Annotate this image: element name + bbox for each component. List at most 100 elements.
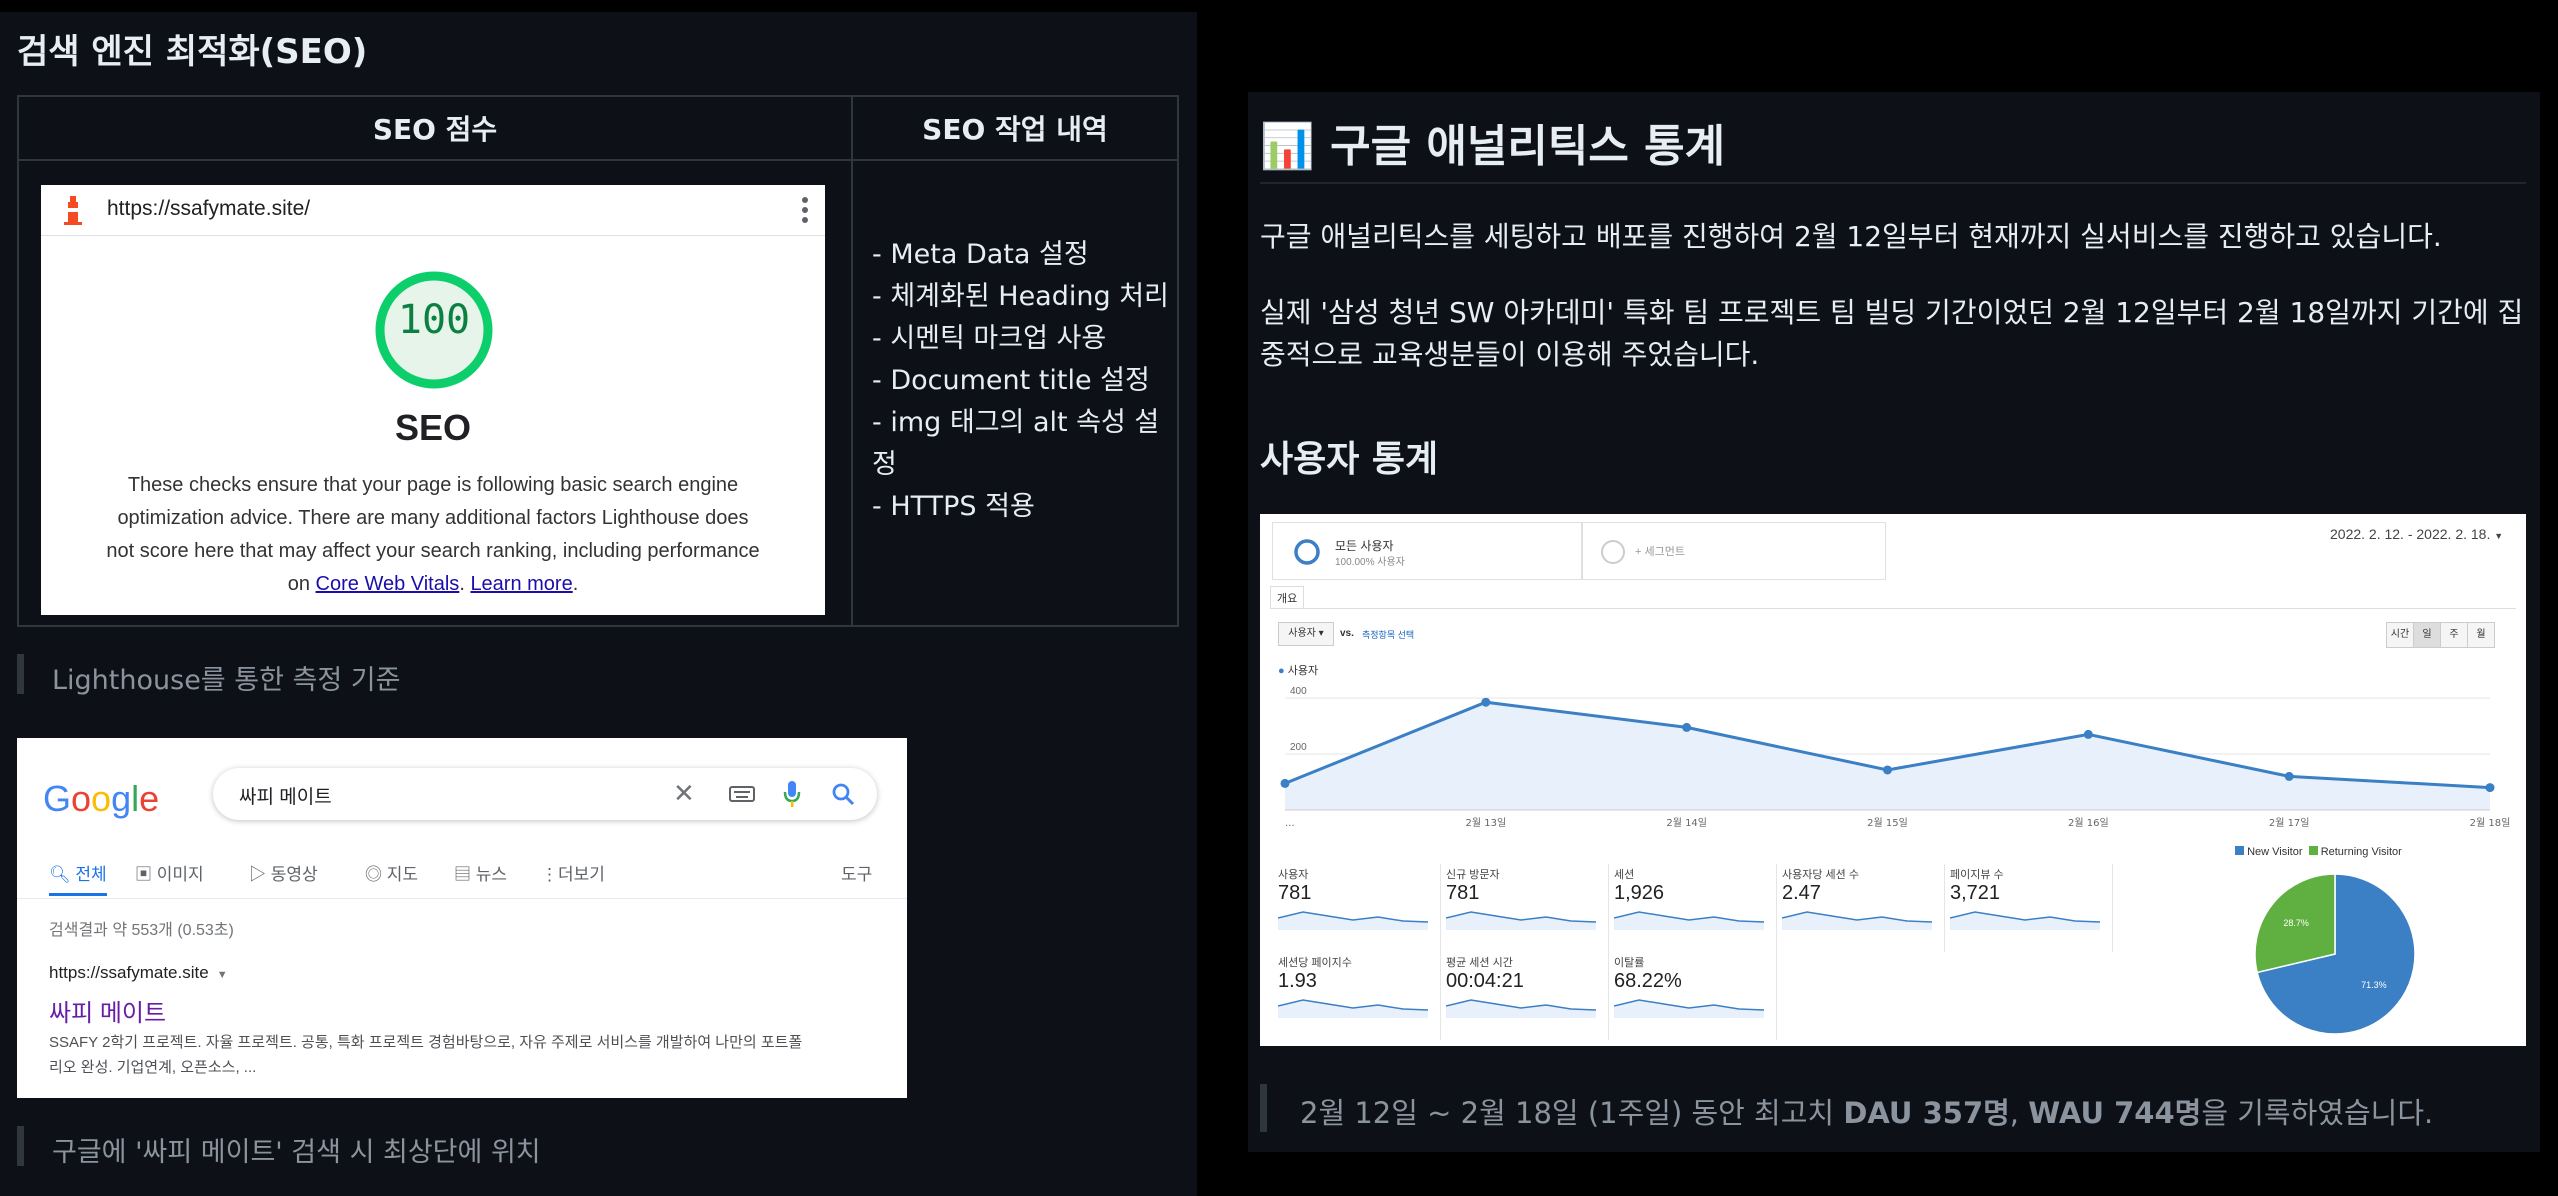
search-icon[interactable] [831,782,855,806]
x-tick-label: 2월 14일 [1666,817,1707,829]
data-point[interactable] [1883,765,1892,775]
metric-dropdown[interactable]: 사용자 ▾ [1278,622,1334,646]
metric-divider [1608,864,1609,1040]
tab-all[interactable]: 🔍︎ 전체 [49,860,107,885]
metric-label: 페이지뷰 수 [1950,869,2004,881]
chevron-down-icon[interactable]: ▼ [217,969,228,981]
tab-divider [1270,608,2516,609]
metric-divider [2112,864,2113,952]
core-web-vitals-link[interactable]: Core Web Vitals [316,573,460,595]
y-tick-label: 400 [1290,686,1307,697]
quote-bar [17,1126,24,1166]
metric-card[interactable]: 평균 세션 시간 00:04:21 [1446,954,1596,1024]
add-segment[interactable]: + 세그먼트 [1582,522,1886,580]
metric-value: 781 [1278,882,1312,904]
analytics-title: 📊 구글 애널리틱스 통계 [1260,121,1726,172]
metric-card[interactable]: 신규 방문자 781 [1446,866,1596,936]
google-search-card: Google 싸피 메이트 ✕ 🔍︎ 전체 ▣ 이미지 ▷ 동영상 ◎ 지도 ▤… [17,738,907,1098]
metric-value: 1,926 [1614,882,1665,904]
news-icon: ▤ [454,865,476,884]
result-snippet: SSAFY 2학기 프로젝트. 자율 프로젝트. 공통, 특화 프로젝트 경험바… [49,1034,803,1076]
period-week-button[interactable]: 주 [2440,622,2468,648]
keyboard-icon[interactable] [729,786,755,802]
work-item: - Meta Data 설정 [872,239,1089,270]
image-icon: ▣ [135,865,157,884]
data-point[interactable] [2284,771,2294,781]
analytics-para-1: 구글 애널리틱스를 세팅하고 배포를 진행하여 2월 12일부터 현재까지 실서… [1260,220,2442,253]
tab-images[interactable]: ▣ 이미지 [135,860,204,885]
metric-card[interactable]: 사용자 781 [1278,866,1428,936]
period-month-button[interactable]: 월 [2467,622,2495,648]
sparkline [1614,911,1764,930]
overview-tab[interactable]: 개요 [1270,586,1305,609]
result-count: 검색결과 약 553개 (0.53초) [49,922,234,939]
pin-icon: ◎ [365,865,387,884]
period-hour-button[interactable]: 시간 [2386,622,2414,648]
microphone-icon[interactable] [783,780,801,808]
active-tab-underline [49,893,107,896]
data-point[interactable] [1481,697,1491,707]
add-segment-label: + 세그먼트 [1635,546,1685,558]
seo-work-list: - Meta Data 설정 - 체계화된 Heading 처리 - 시멘틱 마… [872,234,1172,528]
pie-slice-label: 28.7% [2283,918,2309,928]
metric-card[interactable]: 사용자당 세션 수 2.47 [1782,866,1932,936]
metric-card[interactable]: 이탈률 68.22% [1614,954,1764,1024]
data-point[interactable] [1682,722,1692,732]
metric-card[interactable]: 페이지뷰 수 3,721 [1950,866,2100,936]
analytics-panel: 📊 구글 애널리틱스 통계 구글 애널리틱스를 세팅하고 배포를 진행하여 2월… [1248,92,2540,1152]
metric-label: 평균 세션 시간 [1446,957,1513,969]
tab-more[interactable]: ⋮더보기 [541,860,605,885]
pie-legend: New Visitor Returning Visitor [2235,846,2402,858]
seo-panel: 검색 엔진 최적화(SEO) SEO 점수 SEO 작업 내역 https://… [0,12,1197,1196]
search-small-icon: 🔍︎ [49,865,76,884]
more-vert-small-icon: ⋮ [541,865,558,884]
metric-value: 781 [1446,882,1480,904]
metric-label: 이탈률 [1614,957,1645,969]
work-item: - img 태그의 alt 속성 설정 [872,407,1160,480]
x-tick-label: 2월 15일 [1867,817,1908,829]
metric-card[interactable]: 세션당 페이지수 1.93 [1278,954,1428,1024]
more-vert-icon[interactable] [801,196,809,224]
tab-maps[interactable]: ◎ 지도 [365,860,418,885]
metric-card[interactable]: 세션 1,926 [1614,866,1764,936]
result-cite[interactable]: https://ssafymate.site ▼ [49,963,228,983]
tab-tools[interactable]: 도구 [841,860,872,885]
divider [17,898,907,899]
dau-wau-caption: 2월 12일 ~ 2월 18일 (1주일) 동안 최고치 DAU 357명, W… [1300,1096,2434,1130]
metric-value: 1.93 [1278,970,1317,992]
search-query[interactable]: 싸피 메이트 [239,782,332,809]
lighthouse-url: https://ssafymate.site/ [107,197,311,220]
users-line-chart: 200 400... 2월 13일 2월 14일 2월 15일 2월 16일 2월 17일 2… [1280,686,2511,829]
tab-videos[interactable]: ▷ 동영상 [249,860,318,885]
google-search-box[interactable]: 싸피 메이트 ✕ [213,768,877,820]
tab-news[interactable]: ▤ 뉴스 [454,860,507,885]
x-tick-label: 2월 18일 [2470,817,2511,829]
data-point[interactable] [2083,729,2093,739]
segment-name: 모든 사용자 [1335,539,1394,553]
x-tick-label: 2월 16일 [2068,817,2109,829]
x-tick-label: 2월 17일 [2269,817,2310,829]
work-item: - 체계화된 Heading 처리 [872,281,1169,312]
area-fill [1285,702,2490,810]
metric-value: 3,721 [1950,882,2001,904]
select-metric-link[interactable]: 측정항목 선택 [1362,628,1414,641]
sparkline [1278,911,1428,930]
desc-sep: . [459,573,471,595]
sparkline [1614,999,1764,1018]
lighthouse-description: These checks ensure that your page is fo… [101,469,765,601]
legend-swatch-returning [2308,846,2318,855]
visitor-pie-chart: 71.3% 28.7% [2254,873,2416,1035]
period-day-button[interactable]: 일 [2413,622,2441,648]
date-range[interactable]: 2022. 2. 12. - 2022. 2. 18. ▼ [2330,526,2503,542]
clear-icon[interactable]: ✕ [673,778,695,809]
data-point[interactable] [2485,783,2495,793]
quote-bar [17,654,24,694]
segment-all-users[interactable]: 모든 사용자 100.00% 사용자 [1272,522,1582,580]
data-point[interactable] [1280,778,1290,788]
seo-score-value: 100 [397,297,471,343]
metric-label: 세션 [1614,869,1635,881]
learn-more-link[interactable]: Learn more [470,573,572,595]
result-title-link[interactable]: 싸피 메이트 [49,993,166,1028]
sparkline [1446,999,1596,1018]
seo-section-title: 검색 엔진 최적화(SEO) [17,32,368,72]
